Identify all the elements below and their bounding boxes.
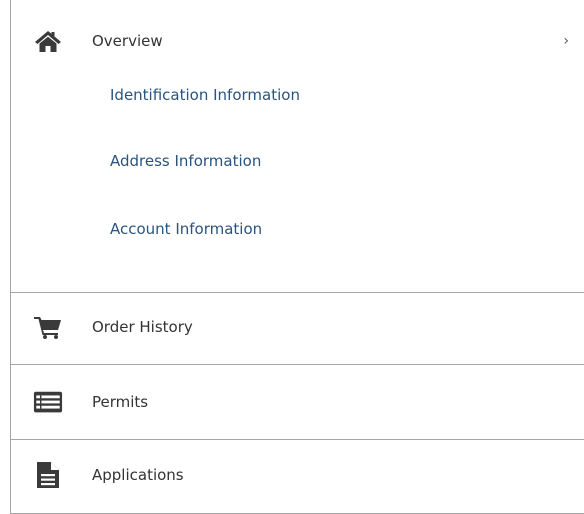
list-icon (33, 390, 63, 414)
menu-item-permits[interactable]: Permits (11, 385, 584, 419)
submenu-item-account[interactable]: Account Information (110, 220, 262, 238)
menu-item-order-history[interactable]: Order History (11, 310, 584, 344)
menu-item-label: Permits (92, 393, 149, 411)
account-side-menu: Overview › Identification Information Ad… (10, 0, 584, 514)
home-icon (33, 29, 63, 53)
submenu-item-address[interactable]: Address Information (110, 152, 261, 170)
menu-item-label: Overview (92, 32, 163, 50)
menu-item-overview[interactable]: Overview › (11, 24, 584, 58)
document-icon (33, 461, 63, 489)
divider (11, 364, 584, 365)
menu-item-applications[interactable]: Applications (11, 458, 584, 492)
submenu-item-identification[interactable]: Identification Information (110, 86, 300, 104)
divider (11, 439, 584, 440)
divider (11, 292, 584, 293)
menu-item-label: Applications (92, 466, 184, 484)
menu-item-label: Order History (92, 318, 193, 336)
chevron-right-icon: › (563, 33, 569, 49)
cart-icon (33, 315, 63, 339)
